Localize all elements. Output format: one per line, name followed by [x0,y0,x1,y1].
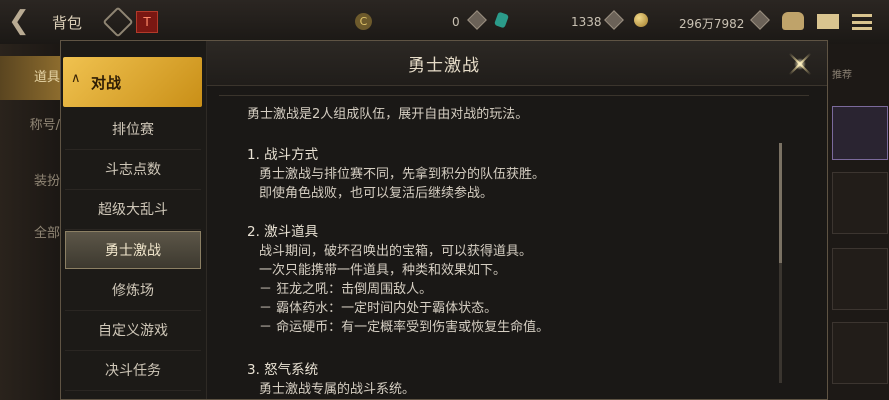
section-heading: 2. 激斗道具 [247,224,319,240]
mode-description: 勇士激战是2人组成队伍，展开自由对战的玩法。 1. 战斗方式 勇士激战与排位赛不… [219,95,809,396]
gem-icon [750,10,770,30]
scrollbar-thumb[interactable] [779,143,782,263]
section-line: 即使角色战败，也可以复活后继续参战。 [259,186,494,201]
section-battle-items: 2. 激斗道具 战斗期间，破坏召唤出的宝箱，可以获得道具。 一次只能携带一件道具… [247,223,549,337]
chevron-up-icon: ∧ [71,71,81,86]
mode-info-dialog: 勇士激战 ∧ 对战 排位赛 斗志点数 超级大乱斗 勇士激战 修炼场 自定义游戏 … [60,40,828,400]
mode-nav: ∧ 对战 排位赛 斗志点数 超级大乱斗 勇士激战 修炼场 自定义游戏 决斗任务 [61,41,207,399]
nav-group-label: 对战 [91,74,122,92]
inventory-tab[interactable]: 称号/ [0,104,62,148]
mail-icon[interactable] [817,14,839,29]
gem-icon [604,10,624,30]
coin-icon: C [355,13,372,30]
content-scrollbar[interactable] [779,143,782,383]
section-line: 勇士激战专属的战斗系统。 [259,382,416,396]
nav-item-custom-game[interactable]: 自定义游戏 [65,312,201,351]
nav-item-training[interactable]: 修炼场 [65,272,201,311]
nav-group-pvp[interactable]: ∧ 对战 [63,57,202,107]
menu-icon[interactable] [852,14,872,30]
section-combat-method: 1. 战斗方式 勇士激战与排位赛不同，先拿到积分的队伍获胜。 即使角色战败，也可… [247,146,545,203]
bag-icon[interactable] [782,12,804,30]
item-slot[interactable] [832,248,888,310]
item-slot[interactable] [832,322,888,384]
currency-count: 0 [452,15,460,29]
section-line: 勇士激战与排位赛不同，先拿到积分的队伍获胜。 [259,167,546,182]
section-line: 战斗期间，破坏召唤出的宝箱，可以获得道具。 [259,244,533,259]
item-slot[interactable] [832,172,888,234]
nav-item-duel-quests[interactable]: 决斗任务 [65,352,201,391]
section-line: － 霸体药水：一定时间内处于霸体状态。 [259,301,498,316]
inventory-tab[interactable]: 装扮 [0,160,62,204]
nav-item-warrior-battle[interactable]: 勇士激战 [65,231,201,269]
inventory-tab[interactable]: 道具 [0,56,62,100]
gem-icon [467,10,487,30]
intro-text: 勇士激战是2人组成队伍，展开自由对战的玩法。 [247,107,529,122]
screen-title: 背包 [52,14,83,32]
section-line: － 狂龙之吼：击倒周围敌人。 [259,282,433,297]
inventory-side-tabs: 道具 称号/ 装扮 全部 [0,44,62,400]
section-heading: 3. 怒气系统 [247,362,319,378]
crystal-icon [493,11,510,29]
section-line: － 命运硬币：有一定概率受到伤害或恢复生命值。 [259,320,550,335]
section-line: 一次只能携带一件道具，种类和效果如下。 [259,263,507,278]
nav-item-fighting-spirit[interactable]: 斗志点数 [65,151,201,190]
diamond-menu-icon[interactable] [102,6,134,38]
recommend-label: 推荐 [832,70,852,81]
close-icon[interactable] [781,45,819,83]
nav-item-ranked[interactable]: 排位赛 [65,111,201,150]
inventory-tab[interactable]: 全部 [0,212,62,256]
event-badge-icon[interactable]: T [136,11,158,33]
top-bar: ❮ 背包 T C 0 1338 296万7982 [0,0,889,45]
currency-count: 1338 [571,15,602,29]
section-rage-system: 3. 怒气系统 勇士激战专属的战斗系统。 [247,361,415,396]
item-slot[interactable] [832,106,888,160]
section-heading: 1. 战斗方式 [247,147,319,163]
gold-orb-icon [634,13,648,27]
nav-item-super-brawl[interactable]: 超级大乱斗 [65,191,201,230]
gold-count: 296万7982 [679,17,745,31]
back-arrow-icon[interactable]: ❮ [8,8,42,36]
